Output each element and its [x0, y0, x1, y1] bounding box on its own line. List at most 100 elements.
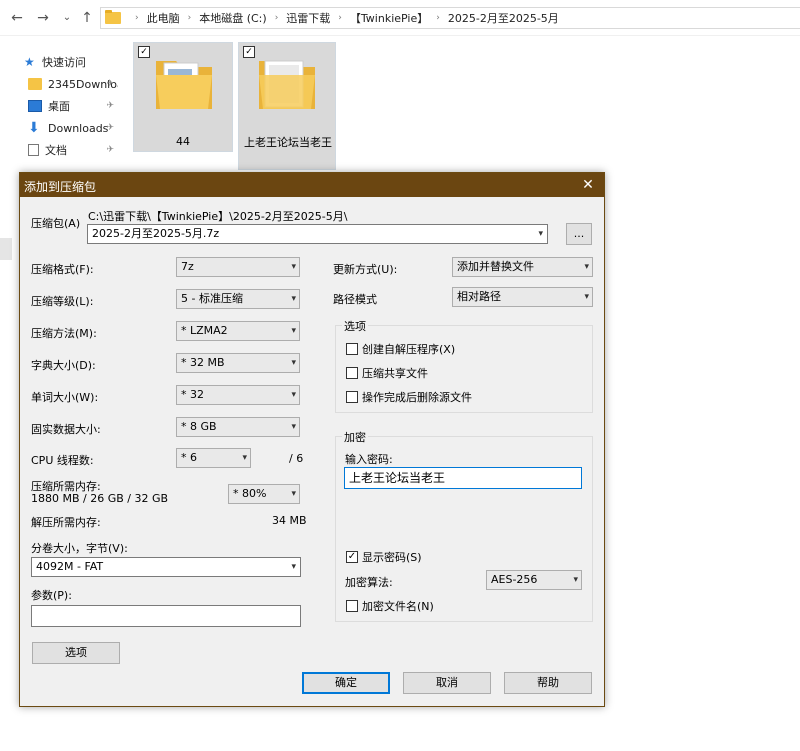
dictionary-select[interactable]: * 32 MB ▾: [176, 353, 300, 373]
solid-size-select[interactable]: * 8 GB ▾: [176, 417, 300, 437]
delete-after-checkbox[interactable]: 操作完成后删除源文件: [346, 389, 472, 405]
star-icon: ★: [24, 55, 35, 69]
options-button[interactable]: 选项: [32, 642, 120, 664]
cpu-threads-value: * 6: [181, 451, 197, 464]
folder-icon: [259, 60, 315, 109]
encrypt-filenames-checkbox[interactable]: 加密文件名(N): [346, 598, 434, 614]
breadcrumb-item[interactable]: 此电脑: [147, 10, 180, 26]
breadcrumb[interactable]: › 此电脑 › 本地磁盘 (C:) › 迅雷下载 › 【TwinkiePie】 …: [100, 7, 800, 29]
file-item[interactable]: ✓ 44: [133, 42, 233, 152]
decompress-memory-value: 34 MB: [272, 514, 307, 527]
format-value: 7z: [181, 260, 194, 273]
encryption-method-label: 加密算法:: [345, 576, 393, 589]
update-mode-value: 添加并替换文件: [457, 260, 534, 273]
encrypt-filenames-label: 加密文件名(N): [362, 600, 434, 613]
nav-item-label: 快速访问: [42, 56, 86, 69]
method-value: * LZMA2: [181, 324, 228, 337]
archive-name-value: 2025-2月至2025-5月.7z: [92, 227, 220, 240]
update-mode-label: 更新方式(U):: [333, 263, 398, 276]
split-size-value: 4092M - FAT: [36, 560, 104, 573]
compress-shared-checkbox[interactable]: 压缩共享文件: [346, 365, 428, 381]
compress-shared-label: 压缩共享文件: [362, 367, 428, 380]
nav-item-2345downloads[interactable]: 2345Downloads ✈: [28, 74, 118, 94]
breadcrumb-item[interactable]: 【TwinkiePie】: [350, 10, 428, 26]
breadcrumb-item[interactable]: 迅雷下载: [286, 10, 330, 26]
encryption-group-title: 加密: [342, 429, 368, 445]
nav-item-desktop[interactable]: 桌面 ✈: [28, 96, 118, 116]
nav-item-label: 桌面: [48, 100, 70, 113]
breadcrumb-item[interactable]: 本地磁盘 (C:): [199, 10, 266, 26]
show-password-label: 显示密码(S): [362, 551, 422, 564]
nav-item-downloads[interactable]: ⬇ Downloads ✈: [28, 118, 118, 138]
file-name: 上老王论坛当老王: [244, 136, 332, 149]
recent-locations-chevron-icon[interactable]: ⌄: [58, 9, 76, 27]
pin-icon: ✈: [106, 101, 114, 111]
chevron-down-icon: ▾: [291, 294, 296, 304]
chevron-down-icon: ▾: [291, 262, 296, 272]
nav-item-quick-access[interactable]: ★ 快速访问: [24, 52, 114, 72]
nav-item-documents[interactable]: 文档 ✈: [28, 140, 118, 160]
cpu-threads-select[interactable]: * 6 ▾: [176, 448, 251, 468]
back-arrow-icon[interactable]: ←: [8, 9, 26, 27]
parameters-input[interactable]: [31, 605, 301, 627]
solid-size-value: * 8 GB: [181, 420, 217, 433]
browse-button[interactable]: ...: [566, 223, 592, 245]
level-value: 5 - 标准压缩: [181, 292, 243, 305]
update-mode-select[interactable]: 添加并替换文件 ▾: [452, 257, 593, 277]
level-select[interactable]: 5 - 标准压缩 ▾: [176, 289, 300, 309]
checkbox-icon: [346, 600, 358, 612]
close-icon[interactable]: ✕: [578, 175, 598, 195]
checkbox-checked-icon[interactable]: ✓: [243, 46, 255, 58]
cpu-threads-total: / 6: [289, 452, 304, 465]
checkbox-icon: [346, 343, 358, 355]
chevron-down-icon: ▾: [291, 326, 296, 336]
encryption-method-value: AES-256: [491, 573, 538, 586]
forward-arrow-icon[interactable]: →: [34, 9, 52, 27]
word-size-select[interactable]: * 32 ▾: [176, 385, 300, 405]
method-select[interactable]: * LZMA2 ▾: [176, 321, 300, 341]
password-label: 输入密码:: [345, 453, 393, 466]
ok-button[interactable]: 确定: [302, 672, 390, 694]
checkbox-checked-icon[interactable]: ✓: [138, 46, 150, 58]
dialog-titlebar: 添加到压缩包 ✕: [20, 173, 604, 197]
path-mode-label: 路径模式: [333, 293, 377, 306]
download-icon: ⬇: [28, 120, 40, 136]
level-label: 压缩等级(L):: [31, 295, 94, 308]
chevron-down-icon: ▾: [291, 422, 296, 432]
breadcrumb-item[interactable]: 2025-2月至2025-5月: [448, 10, 559, 26]
encryption-method-select[interactable]: AES-256 ▾: [486, 570, 582, 590]
chevron-down-icon: ▾: [291, 358, 296, 368]
password-input[interactable]: 上老王论坛当老王: [344, 467, 582, 489]
up-arrow-icon[interactable]: ↑: [78, 9, 96, 27]
show-password-checkbox[interactable]: ✓ 显示密码(S): [346, 549, 422, 565]
file-item[interactable]: ✓ 上老王论坛当老王: [238, 42, 336, 170]
cancel-button[interactable]: 取消: [403, 672, 491, 694]
checkbox-icon: [346, 391, 358, 403]
chevron-right-icon: ›: [274, 13, 279, 23]
options-group-title: 选项: [342, 318, 368, 334]
split-size-input[interactable]: 4092M - FAT ▾: [31, 557, 301, 577]
cpu-threads-label: CPU 线程数:: [31, 454, 94, 467]
archive-name-input[interactable]: 2025-2月至2025-5月.7z ▾: [87, 224, 548, 244]
method-label: 压缩方法(M):: [31, 327, 97, 340]
pin-icon: ✈: [106, 123, 114, 133]
solid-size-label: 固实数据大小:: [31, 423, 101, 436]
dictionary-label: 字典大小(D):: [31, 359, 96, 372]
chevron-down-icon: ▾: [242, 453, 247, 463]
chevron-down-icon: ▾: [538, 229, 543, 239]
chevron-down-icon: ▾: [291, 390, 296, 400]
create-sfx-label: 创建自解压程序(X): [362, 343, 456, 356]
checkbox-icon: [346, 367, 358, 379]
memory-usage-select[interactable]: * 80% ▾: [228, 484, 300, 504]
chevron-down-icon: ▾: [291, 562, 296, 572]
parameters-label: 参数(P):: [31, 589, 72, 602]
chevron-down-icon: ▾: [291, 489, 296, 499]
help-button[interactable]: 帮助: [504, 672, 592, 694]
create-sfx-checkbox[interactable]: 创建自解压程序(X): [346, 341, 455, 357]
archive-path: C:\迅雷下载\【TwinkiePie】\2025-2月至2025-5月\: [88, 210, 348, 223]
split-size-label: 分卷大小，字节(V):: [31, 542, 128, 555]
document-icon: [28, 144, 39, 156]
memory-detail: 1880 MB / 26 GB / 32 GB: [31, 492, 169, 505]
format-select[interactable]: 7z ▾: [176, 257, 300, 277]
path-mode-select[interactable]: 相对路径 ▾: [452, 287, 593, 307]
